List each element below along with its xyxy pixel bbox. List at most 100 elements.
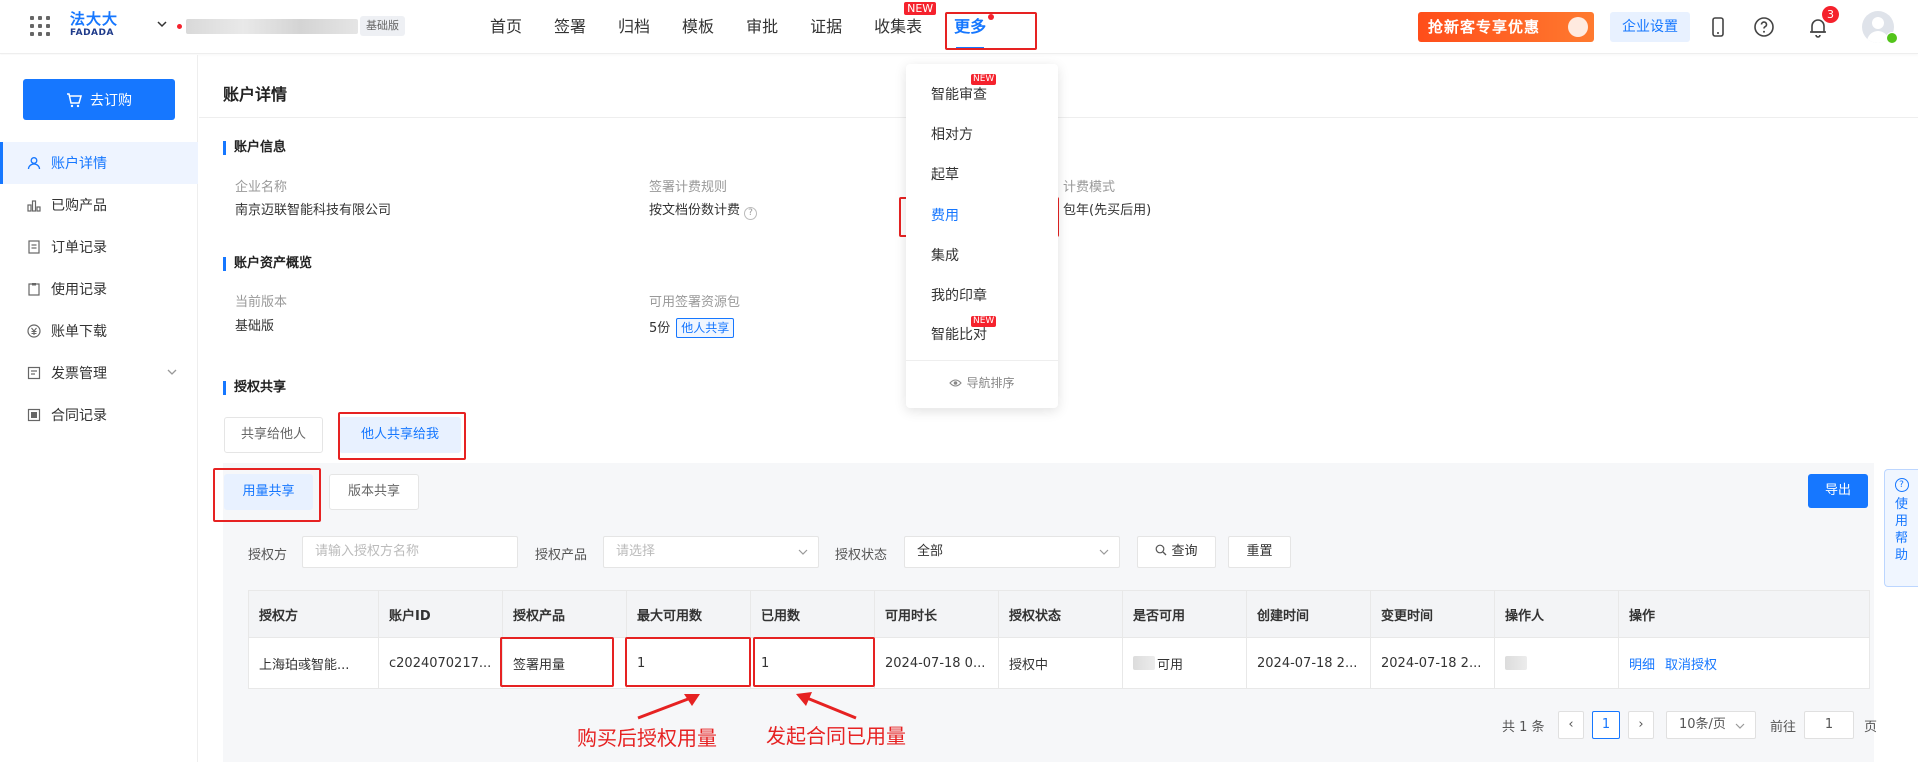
cell-status: 授权中 [999, 638, 1123, 688]
enterprise-settings-button[interactable]: 企业设置 [1610, 12, 1690, 42]
title-divider [199, 117, 1918, 118]
query-button-label: 查询 [1171, 544, 1198, 559]
dd-nav-sort[interactable]: 导航排序 [906, 374, 1058, 391]
cell-created: 2024-07-18 2... [1247, 638, 1371, 688]
sidebar-item-account-detail[interactable]: 账户详情 [0, 142, 198, 184]
blurred-company-name[interactable] [186, 19, 358, 34]
currency-icon [27, 324, 41, 338]
shared-by-others-tag[interactable]: 他人共享 [676, 318, 735, 338]
company-label: 企业名称 [235, 180, 288, 195]
next-page-button[interactable]: › [1628, 711, 1654, 739]
company-value: 南京迈联智能科技有限公司 [235, 203, 392, 218]
question-mark-icon: ? [1894, 478, 1909, 492]
sidebar-item-invoice[interactable]: 发票管理 [0, 352, 198, 394]
nav-collect-form[interactable]: 收集表 NEW [874, 0, 937, 54]
order-button-label: 去订购 [90, 92, 132, 109]
eye-icon [949, 379, 963, 387]
company-switch-chevron-icon[interactable] [156, 18, 168, 30]
status-label: 授权状态 [835, 548, 888, 563]
cell-product: 签署用量 [503, 638, 627, 688]
sidebar-item-label: 账户详情 [51, 156, 107, 172]
status-select[interactable]: 全部 [904, 536, 1120, 568]
nav-evidence[interactable]: 证据 [810, 0, 842, 54]
nav-approval[interactable]: 审批 [746, 0, 778, 54]
nav-archive[interactable]: 归档 [618, 0, 650, 54]
sidebar-item-usage[interactable]: 使用记录 [0, 268, 198, 310]
new-badge: NEW [971, 316, 997, 327]
dd-fees[interactable]: 费用 [931, 205, 959, 225]
blurred-value [1133, 656, 1155, 670]
tab-shared-to-me[interactable]: 他人共享给我 [339, 417, 461, 453]
nav-template[interactable]: 模板 [682, 0, 714, 54]
subtab-version-share[interactable]: 版本共享 [329, 474, 419, 510]
goto-input[interactable]: 1 [1804, 711, 1854, 739]
blurred-operator [1505, 656, 1527, 670]
order-button[interactable]: 去订购 [23, 79, 175, 120]
nav-home[interactable]: 首页 [490, 0, 522, 54]
th-status: 授权状态 [999, 591, 1123, 637]
promo-text: 抢新客专享优惠 [1428, 18, 1541, 36]
page-size-select[interactable]: 10条/页 [1666, 711, 1756, 739]
goto-label: 前往 [1770, 720, 1797, 735]
nav-more-label: 更多 [954, 17, 987, 36]
bar-chart-icon [27, 200, 41, 212]
dd-smart-compare[interactable]: 智能比对 NEW [931, 316, 997, 344]
clipboard-icon [28, 283, 40, 296]
sidebar-item-label: 使用记录 [51, 282, 107, 298]
page-number[interactable]: 1 [1592, 711, 1620, 739]
sidebar-item-contracts[interactable]: 合同记录 [0, 394, 198, 436]
help-icon[interactable] [1752, 15, 1776, 39]
more-dropdown: 智能审查 NEW 相对方 起草 费用 集成 我的印章 智能比对 NEW 导航排序 [906, 64, 1058, 408]
invoice-icon [27, 366, 41, 380]
cell-operator [1495, 638, 1619, 688]
cancel-authorization-link[interactable]: 取消授权 [1665, 654, 1717, 673]
query-button[interactable]: 查询 [1137, 536, 1216, 568]
dd-integration[interactable]: 集成 [931, 245, 959, 265]
dd-my-seals[interactable]: 我的印章 [931, 285, 987, 305]
sidebar-item-label: 发票管理 [51, 366, 107, 382]
th-used: 已用数 [751, 591, 875, 637]
dd-draft[interactable]: 起草 [931, 164, 959, 184]
rule-value: 按文档份数计费 [649, 203, 741, 218]
version-value: 基础版 [235, 319, 275, 334]
document-icon [28, 240, 40, 254]
product-select[interactable]: 请选择 [603, 536, 819, 568]
nav-sign[interactable]: 签署 [554, 0, 586, 54]
prev-page-button[interactable]: ‹ [1558, 711, 1584, 739]
help-float-button[interactable]: ? 使用帮助 [1884, 469, 1918, 587]
sidebar: 去订购 账户详情 已购产品 订单记录 使用记录 账单下载 发票管理 合同记录 [0, 55, 198, 762]
cell-actions: 明细 取消授权 [1619, 638, 1867, 688]
pagination-total: 共 1 条 [1502, 720, 1545, 735]
dd-smart-compare-label: 智能比对 [931, 327, 987, 343]
share-table: 授权方 账户ID 授权产品 最大可用数 已用数 可用时长 授权状态 是否可用 创… [248, 590, 1870, 689]
sidebar-item-purchased[interactable]: 已购产品 [0, 184, 198, 226]
mobile-icon[interactable] [1706, 15, 1730, 39]
tab-share-to-others[interactable]: 共享给他人 [224, 417, 324, 453]
app-grid-icon[interactable] [30, 16, 50, 36]
question-mark-icon[interactable]: ? [744, 207, 758, 220]
side-menu: 账户详情 已购产品 订单记录 使用记录 账单下载 发票管理 合同记录 [0, 142, 198, 436]
nav-more[interactable]: 更多 [954, 0, 995, 54]
nav-collect-form-label: 收集表 [874, 17, 923, 36]
table-row: 上海珀彧智能... c2024070217... 签署用量 1 1 2024-0… [249, 637, 1869, 688]
help-label: 使用帮助 [1894, 497, 1908, 563]
th-duration: 可用时长 [875, 591, 999, 637]
reset-button[interactable]: 重置 [1228, 536, 1291, 568]
dd-smart-review[interactable]: 智能审查 NEW [931, 74, 997, 104]
authorizer-input[interactable]: 请输入授权方名称 [302, 536, 518, 568]
export-button[interactable]: 导出 [1808, 474, 1868, 508]
dd-counterparty[interactable]: 相对方 [931, 124, 973, 144]
table-header-row: 授权方 账户ID 授权产品 最大可用数 已用数 可用时长 授权状态 是否可用 创… [249, 591, 1869, 637]
notification-badge: 3 [1822, 6, 1839, 23]
fadada-logo[interactable]: 法大大 FADADA [70, 11, 122, 41]
th-authorizer: 授权方 [249, 591, 379, 637]
subtab-usage-share[interactable]: 用量共享 [224, 474, 313, 510]
page-title: 账户详情 [223, 85, 288, 104]
detail-link[interactable]: 明细 [1629, 654, 1655, 673]
sidebar-item-bill-download[interactable]: 账单下载 [0, 310, 198, 352]
sidebar-item-orders[interactable]: 订单记录 [0, 226, 198, 268]
annotation-text-left: 购买后授权用量 [577, 726, 717, 750]
promo-banner[interactable]: 抢新客专享优惠 [1418, 12, 1594, 42]
pack-value: 5份 [649, 321, 671, 336]
product-select-placeholder: 请选择 [616, 544, 656, 559]
